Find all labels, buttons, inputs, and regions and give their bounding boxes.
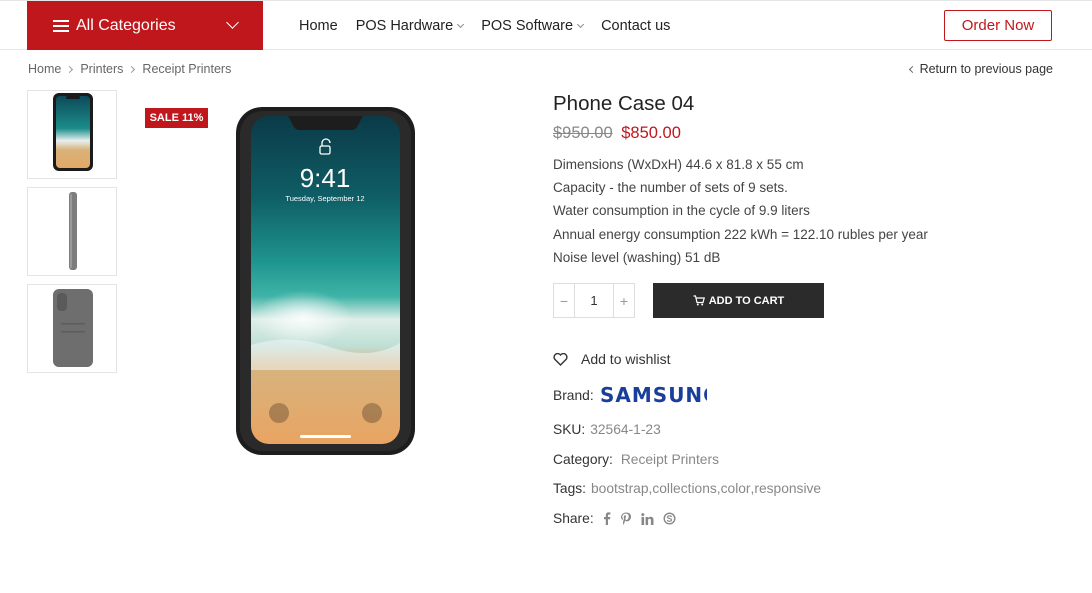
site-header: All Categories Home POS Hardware POS Sof…	[0, 1, 1092, 50]
nav-pos-software[interactable]: POS Software	[481, 18, 585, 34]
spec-line: Water consumption in the cycle of 9.9 li…	[553, 203, 810, 219]
phone-date: Tuesday, September 12	[285, 194, 364, 203]
quantity-decrease-button[interactable]: −	[554, 284, 575, 317]
breadcrumb-printers[interactable]: Printers	[80, 62, 123, 76]
brand-logo-text: SAMSUNG	[600, 385, 707, 405]
order-now-button[interactable]: Order Now	[944, 10, 1052, 41]
sku-label: SKU:	[553, 422, 586, 437]
product-specs: Dimensions (WxDxH) 44.6 x 81.8 x 55 cm C…	[553, 153, 928, 269]
quantity-input[interactable]	[575, 284, 613, 317]
thumbnail-side[interactable]	[27, 187, 117, 276]
thumbnail-front[interactable]	[27, 90, 117, 179]
tag-link[interactable]: collections	[652, 481, 716, 496]
share-row: Share:	[553, 511, 676, 526]
all-categories-label: All Categories	[76, 16, 176, 34]
cart-icon	[693, 295, 705, 306]
linkedin-icon[interactable]	[640, 512, 654, 525]
thumbnail-back[interactable]	[27, 284, 117, 373]
chevron-left-icon	[908, 65, 916, 73]
product-price: $950.00 $850.00	[553, 124, 681, 143]
phone-front-image: 9:41 Tuesday, September 12	[236, 107, 415, 455]
caret-down-icon	[577, 20, 585, 29]
product-main-image[interactable]: 9:41 Tuesday, September 12	[180, 95, 470, 465]
tags-row: Tags: bootstrap, collections, color, res…	[553, 481, 822, 496]
category-label: Category:	[553, 452, 613, 467]
sku-value: 32564-1-23	[590, 422, 661, 437]
quantity-increase-button[interactable]: +	[613, 284, 634, 317]
add-to-wishlist-link[interactable]: Add to wishlist	[553, 351, 670, 367]
wishlist-label: Add to wishlist	[581, 351, 671, 367]
pinterest-icon[interactable]	[620, 512, 632, 526]
product-title: Phone Case 04	[553, 92, 695, 115]
phone-back-thumbnail-image	[53, 289, 93, 367]
all-categories-button[interactable]: All Categories	[27, 1, 263, 50]
breadcrumb: Home Printers Receipt Printers	[28, 62, 231, 76]
old-price: $950.00	[553, 124, 613, 142]
skype-icon[interactable]	[663, 512, 676, 525]
share-label: Share:	[553, 511, 594, 526]
breadcrumb-separator-icon	[66, 65, 74, 73]
return-to-previous-link[interactable]: Return to previous page	[908, 62, 1053, 76]
category-row: Category: Receipt Printers	[553, 452, 719, 467]
sku-row: SKU: 32564-1-23	[553, 422, 661, 437]
phone-front-thumbnail-image	[53, 93, 93, 171]
brand-row: Brand: SAMSUNG	[553, 385, 707, 405]
nav-pos-hardware[interactable]: POS Hardware	[356, 18, 465, 34]
category-link[interactable]: Receipt Printers	[621, 452, 719, 467]
add-to-cart-label: ADD TO CART	[708, 294, 785, 307]
menu-icon	[53, 19, 69, 32]
caret-down-icon	[457, 20, 465, 29]
spec-line: Capacity - the number of sets of 9 sets.	[553, 180, 788, 196]
nav-contact-us[interactable]: Contact us	[601, 18, 670, 34]
quantity-stepper: − +	[553, 283, 635, 318]
brand-label: Brand:	[553, 387, 594, 403]
spec-line: Dimensions (WxDxH) 44.6 x 81.8 x 55 cm	[553, 157, 804, 172]
breadcrumb-receipt-printers[interactable]: Receipt Printers	[142, 62, 231, 76]
phone-side-thumbnail-image	[69, 192, 77, 270]
tag-link[interactable]: responsive	[754, 481, 821, 496]
nav-home[interactable]: Home	[299, 18, 338, 34]
spec-line: Noise level (washing) 51 dB	[553, 249, 721, 265]
breadcrumb-home[interactable]: Home	[28, 62, 61, 76]
add-to-cart-button[interactable]: ADD TO CART	[653, 283, 824, 318]
breadcrumb-separator-icon	[128, 65, 136, 73]
spec-line: Annual energy consumption 222 kWh = 122.…	[553, 226, 928, 242]
phone-time: 9:41	[300, 163, 351, 193]
tag-link[interactable]: bootstrap	[591, 481, 649, 496]
main-nav: Home POS Hardware POS Software Contact u…	[299, 1, 688, 50]
tag-link[interactable]: color	[721, 481, 751, 496]
facebook-icon[interactable]	[603, 512, 611, 525]
heart-icon	[553, 352, 568, 366]
sale-price: $850.00	[621, 124, 681, 142]
samsung-logo[interactable]: SAMSUNG	[599, 385, 707, 405]
chevron-down-icon	[226, 16, 239, 29]
tags-label: Tags:	[553, 481, 586, 496]
